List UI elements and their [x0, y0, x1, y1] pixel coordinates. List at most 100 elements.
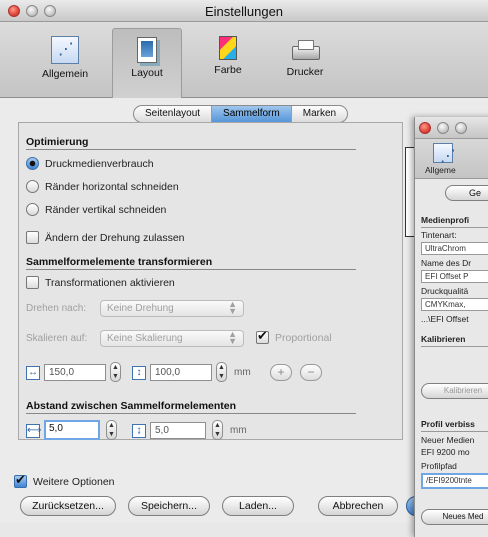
checkbox-label: Weitere Optionen	[33, 475, 115, 488]
printer-name-field[interactable]: EFI Offset P	[421, 270, 488, 283]
radio-media-usage[interactable]: Druckmedienverbrauch	[26, 157, 154, 170]
rotate-label: Drehen nach:	[26, 303, 87, 314]
save-button[interactable]: Speichern...	[128, 496, 210, 516]
profile-path-field[interactable]: /EFI9200tnte	[421, 473, 488, 489]
checkbox-label: Ändern der Drehung zulassen	[45, 231, 185, 244]
window-title: Einstellungen	[204, 4, 284, 19]
print-quality-label: Druckqualitä	[421, 286, 469, 296]
cancel-button[interactable]: Abbrechen	[318, 496, 398, 516]
spacing-title: Abstand zwischen Sammelformelementen	[26, 400, 237, 412]
toolbar-item-layout[interactable]: Layout	[112, 28, 182, 98]
tab-marken[interactable]: Marken	[292, 106, 347, 122]
checkbox-label: Transformationen aktivieren	[45, 276, 175, 289]
color-icon	[219, 36, 237, 60]
profile-path-text: ...\EFI Offset	[421, 314, 469, 324]
unit-label: mm	[230, 425, 247, 436]
divider	[421, 431, 488, 432]
divider	[421, 227, 488, 228]
divider	[26, 269, 356, 270]
width-stepper[interactable]: ▲ ▼	[110, 362, 121, 382]
checkbox-label: Proportional	[275, 331, 332, 344]
rotate-value: Keine Drehung	[107, 303, 174, 314]
new-media-label: Neuer Medien	[421, 435, 475, 445]
toolbar-label: Layout	[131, 67, 163, 79]
radio-cut-vertical[interactable]: Ränder vertikal schneiden	[26, 203, 166, 216]
toolbar-label: Allgemein	[41, 68, 89, 80]
printer-name-label: Name des Dr	[421, 258, 472, 268]
minimize-button[interactable]	[437, 122, 449, 134]
ink-type-field[interactable]: UltraChrom	[421, 242, 488, 255]
toolbar: Allgeme	[415, 139, 488, 179]
printer-icon	[290, 40, 320, 62]
vertical-gap-stepper[interactable]: ▲ ▼	[212, 420, 223, 440]
title-bar: Einstellungen	[0, 0, 488, 22]
close-button[interactable]	[419, 122, 431, 134]
radio-button[interactable]	[26, 203, 39, 216]
more-options-checkbox[interactable]: Weitere Optionen	[14, 472, 115, 488]
optimization-title: Optimierung	[26, 136, 89, 148]
toolbar-label: Farbe	[214, 64, 242, 76]
checkbox[interactable]	[26, 276, 39, 289]
radio-cut-horizontal[interactable]: Ränder horizontal schneiden	[26, 180, 179, 193]
toolbar-item-printer[interactable]: Drucker	[270, 28, 340, 94]
general-icon	[51, 36, 79, 64]
tab-general[interactable]: Ge	[445, 185, 488, 201]
vertical-gap-input[interactable]: 5,0	[150, 422, 206, 439]
profile-improve-title: Profil verbiss	[421, 419, 475, 429]
layout-icon	[137, 37, 157, 63]
zoom-button[interactable]	[455, 122, 467, 134]
radio-label: Ränder vertikal schneiden	[45, 203, 167, 216]
toolbar-label: Drucker	[286, 66, 324, 78]
width-input[interactable]: 150,0	[44, 364, 106, 381]
horizontal-gap-input[interactable]: 5,0	[44, 420, 100, 440]
calibrate-button[interactable]: Kalibrieren	[421, 383, 488, 399]
activate-transform-checkbox[interactable]: Transformationen aktivieren	[26, 276, 175, 289]
height-icon: ↕	[132, 366, 146, 380]
scale-value: Keine Skalierung	[107, 333, 183, 344]
proportional-checkbox[interactable]: Proportional	[256, 328, 332, 344]
radio-label: Druckmedienverbrauch	[45, 157, 154, 170]
profile-path-label: Profilpfad	[421, 461, 457, 471]
checkbox[interactable]	[26, 231, 39, 244]
divider	[421, 346, 488, 347]
ink-type-label: Tintenart:	[421, 230, 457, 240]
tab-sammelform[interactable]: Sammelform	[212, 106, 292, 122]
toolbar-item-color[interactable]: Farbe	[193, 28, 263, 94]
divider	[26, 149, 356, 150]
color-settings-window: Allgeme Ge Medienprofi Tintenart: UltraC…	[414, 117, 488, 537]
load-button[interactable]: Laden...	[222, 496, 294, 516]
height-stepper[interactable]: ▲ ▼	[216, 362, 227, 382]
radio-button[interactable]	[26, 180, 39, 193]
width-icon: ↔	[26, 366, 40, 380]
tab-seitenlayout[interactable]: Seitenlayout	[134, 106, 213, 122]
horizontal-gap-stepper[interactable]: ▲ ▼	[106, 420, 117, 440]
transform-title: Sammelformelemente transformieren	[26, 256, 213, 268]
unit-label: mm	[234, 367, 251, 378]
toolbar-label: Allgeme	[425, 165, 456, 175]
radio-button[interactable]	[26, 157, 39, 170]
divider	[26, 413, 356, 414]
toolbar-item-general[interactable]: Allgemein	[30, 28, 100, 94]
height-input[interactable]: 100,0	[150, 364, 212, 381]
layout-tabs: Seitenlayout Sammelform Marken	[133, 105, 349, 123]
scale-select[interactable]: Keine Skalierung ▲ ▼	[100, 330, 244, 347]
remove-button[interactable]: −	[300, 364, 322, 381]
preferences-toolbar: Allgemein Layout Farbe Drucker	[0, 22, 488, 98]
print-quality-field[interactable]: CMYKmax,	[421, 298, 488, 311]
popup-arrows-icon: ▲ ▼	[228, 299, 237, 316]
checkbox[interactable]	[256, 328, 269, 344]
vertical-gap-icon: ↨	[132, 424, 146, 438]
popup-arrows-icon: ▲ ▼	[228, 329, 237, 346]
radio-label: Ränder horizontal schneiden	[45, 180, 179, 193]
title-bar	[415, 117, 488, 139]
add-button[interactable]: +	[270, 364, 292, 381]
checkbox[interactable]	[14, 472, 27, 488]
general-icon	[433, 143, 456, 166]
new-media-value: EFI 9200 mo	[421, 447, 470, 457]
reset-button[interactable]: Zurücksetzen...	[20, 496, 116, 516]
media-profile-title: Medienprofi	[421, 215, 470, 225]
horizontal-gap-icon: ⟷	[26, 424, 42, 438]
allow-rotation-checkbox[interactable]: Ändern der Drehung zulassen	[26, 231, 185, 244]
scale-label: Skalieren auf:	[26, 333, 88, 344]
rotate-select[interactable]: Keine Drehung ▲ ▼	[100, 300, 244, 317]
